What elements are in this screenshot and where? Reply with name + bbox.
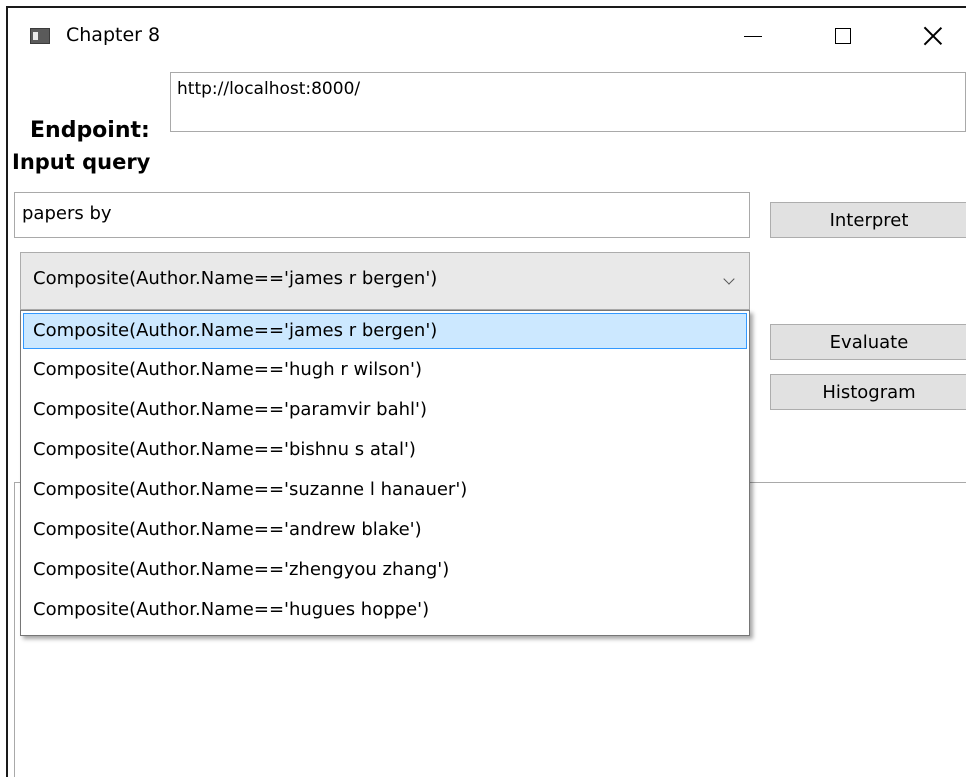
dropdown-option[interactable]: Composite(Author.Name=='andrew blake') <box>23 513 747 549</box>
window-title: Chapter 8 <box>66 24 161 46</box>
close-button[interactable] <box>898 8 966 64</box>
combobox-selected-value: Composite(Author.Name=='james r bergen') <box>33 268 438 289</box>
dropdown-option[interactable]: Composite(Author.Name=='paramvir bahl') <box>23 393 747 429</box>
maximize-button[interactable] <box>808 8 878 64</box>
input-query-label: Input query <box>12 150 151 174</box>
evaluate-button[interactable]: Evaluate <box>770 324 966 360</box>
endpoint-value: http://localhost:8000/ <box>177 79 361 99</box>
app-icon <box>30 28 50 44</box>
histogram-button[interactable]: Histogram <box>770 374 966 410</box>
interpret-button[interactable]: Interpret <box>770 202 966 238</box>
minimize-icon <box>744 35 762 37</box>
dropdown-option[interactable]: Composite(Author.Name=='suzanne l hanaue… <box>23 473 747 509</box>
app-window: Chapter 8 Endpoint: http://localhost:800… <box>6 6 966 777</box>
dropdown-option[interactable]: Composite(Author.Name=='hugues hoppe') <box>23 593 747 629</box>
minimize-button[interactable] <box>718 8 788 64</box>
query-value: papers by <box>22 203 112 224</box>
maximize-icon <box>835 28 851 44</box>
combobox-dropdown-list: Composite(Author.Name=='james r bergen')… <box>20 310 750 636</box>
dropdown-option[interactable]: Composite(Author.Name=='james r bergen') <box>23 313 747 349</box>
interpretation-combobox[interactable]: Composite(Author.Name=='james r bergen') <box>20 252 750 310</box>
endpoint-label: Endpoint: <box>30 118 150 143</box>
query-input[interactable]: papers by <box>14 192 750 238</box>
close-icon <box>923 26 943 46</box>
dropdown-option[interactable]: Composite(Author.Name=='bishnu s atal') <box>23 433 747 469</box>
chevron-down-icon[interactable] <box>723 273 735 285</box>
endpoint-input[interactable]: http://localhost:8000/ <box>170 72 966 132</box>
dropdown-option[interactable]: Composite(Author.Name=='hugh r wilson') <box>23 353 747 389</box>
title-bar[interactable]: Chapter 8 <box>8 8 966 64</box>
dropdown-option[interactable]: Composite(Author.Name=='zhengyou zhang') <box>23 553 747 589</box>
